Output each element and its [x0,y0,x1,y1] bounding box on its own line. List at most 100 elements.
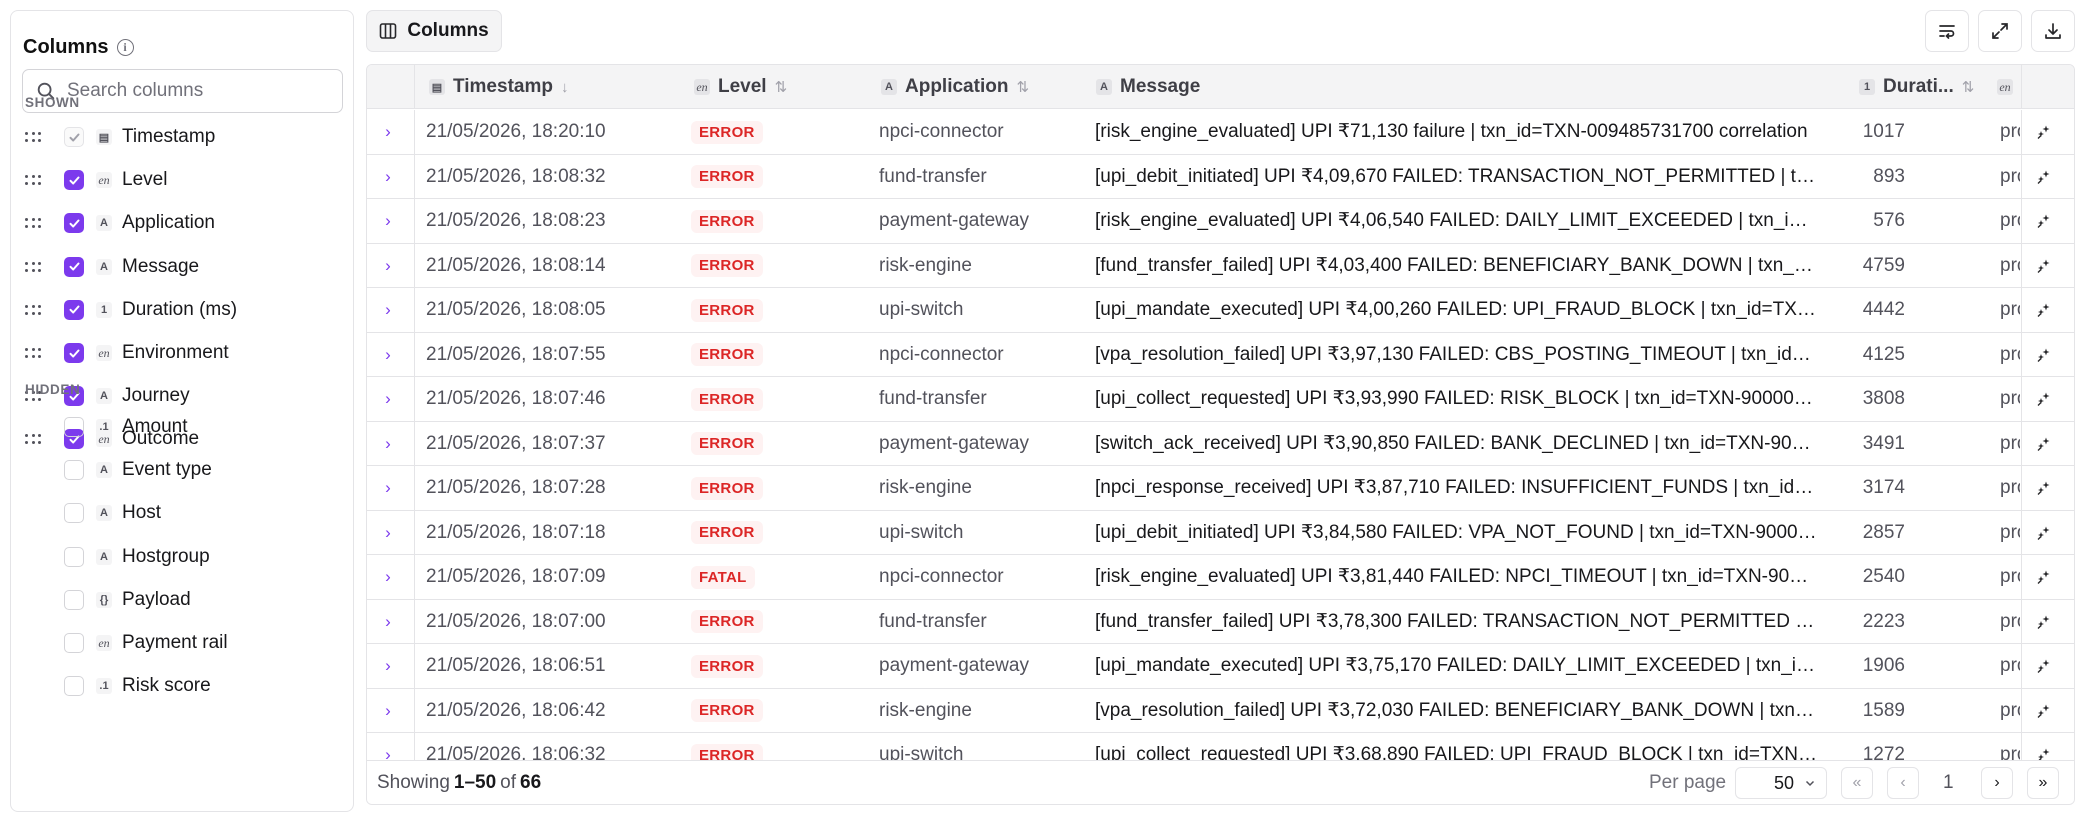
column-item-level[interactable]: en Level [25,160,345,200]
column-item-timestamp[interactable]: ▤ Timestamp [25,117,345,157]
column-item-amount[interactable]: .1 Amount [25,407,345,447]
table-row[interactable]: › 21/05/2026, 18:08:05 ERROR upi-switch [upi… [367,288,2074,333]
table-row[interactable]: › 21/05/2026, 18:07:46 ERROR fund-transfer [… [367,377,2074,422]
column-checkbox[interactable] [64,256,84,277]
row-action-button[interactable] [2024,244,2064,288]
column-item-message[interactable]: A Message [25,247,345,287]
table-row[interactable]: › 21/05/2026, 18:06:32 ERROR upi-switch [upi… [367,733,2074,762]
column-checkbox[interactable] [64,417,84,437]
columns-toggle-button[interactable]: Columns [366,10,502,52]
column-checkbox[interactable] [64,343,84,363]
column-checkbox[interactable] [64,127,84,147]
expand-row-chevron-icon[interactable]: › [381,644,395,688]
column-item-event-type[interactable]: A Event type [25,450,345,490]
column-item-environment[interactable]: en Environment [25,333,345,373]
info-icon[interactable]: i [116,38,134,56]
column-checkbox[interactable] [64,299,84,320]
header-message[interactable]: A Message [1096,65,1200,109]
column-checkbox[interactable] [64,503,84,524]
column-item-risk-score[interactable]: .1 Risk score [25,666,345,706]
expand-row-chevron-icon[interactable]: › [381,511,395,555]
header-duration[interactable]: 1 Durati... ⇅ [1859,65,1974,109]
table-row[interactable]: › 21/05/2026, 18:07:28 ERROR risk-engine [np… [367,466,2074,511]
table-row[interactable]: › 21/05/2026, 18:07:09 FATAL npci-connector… [367,555,2074,600]
row-action-button[interactable] [2024,422,2064,466]
header-application[interactable]: A Application ⇅ [881,65,1029,109]
enum-type-icon: en [96,635,112,651]
row-action-button[interactable] [2024,644,2064,688]
column-checkbox[interactable] [64,633,84,653]
sort-icon[interactable]: ⇅ [775,78,788,96]
expand-row-chevron-icon[interactable]: › [381,333,395,377]
column-item-application[interactable]: A Application [25,203,345,243]
download-button[interactable] [2031,10,2075,52]
drag-handle-icon[interactable] [25,346,45,360]
column-checkbox[interactable] [64,676,84,697]
row-action-button[interactable] [2024,377,2064,421]
row-action-button[interactable] [2024,155,2064,199]
table-row[interactable]: › 21/05/2026, 18:08:32 ERROR fund-transfer [… [367,154,2074,199]
row-action-button[interactable] [2024,600,2064,644]
column-item-hostgroup[interactable]: A Hostgroup [25,537,345,577]
column-item-payload[interactable]: {} Payload [25,580,345,620]
drag-handle-icon[interactable] [25,130,45,144]
check-icon [69,133,79,141]
per-page-select[interactable]: 50 [1735,767,1827,799]
header-environment[interactable]: en [1997,65,2013,109]
expand-row-chevron-icon[interactable]: › [381,244,395,288]
first-page-button[interactable]: « [1841,767,1873,799]
column-checkbox[interactable] [64,589,84,610]
sort-icon[interactable]: ⇅ [1016,78,1029,96]
drag-handle-icon[interactable] [25,260,45,274]
table-row[interactable]: › 21/05/2026, 18:06:51 ERROR payment-gatewa… [367,644,2074,689]
fullscreen-button[interactable] [1978,10,2022,52]
column-item-duration-ms[interactable]: 1 Duration (ms) [25,290,345,330]
row-action-button[interactable] [2024,466,2064,510]
table-row[interactable]: › 21/05/2026, 18:07:37 ERROR payment-gatewa… [367,421,2074,466]
search-columns-input[interactable] [67,80,327,102]
column-checkbox[interactable] [64,546,84,567]
last-page-button[interactable]: » [2027,767,2059,799]
row-action-button[interactable] [2024,333,2064,377]
wrap-text-button[interactable] [1925,10,1969,52]
next-page-button[interactable]: › [1981,767,2013,799]
row-action-button[interactable] [2024,511,2064,555]
prev-page-button[interactable]: ‹ [1887,767,1919,799]
expand-row-chevron-icon[interactable]: › [381,288,395,332]
column-item-payment-rail[interactable]: en Payment rail [25,623,345,663]
column-checkbox[interactable] [64,170,84,191]
drag-handle-icon[interactable] [25,303,45,317]
expand-row-chevron-icon[interactable]: › [381,155,395,199]
table-row[interactable]: › 21/05/2026, 18:08:23 ERROR payment-gatewa… [367,199,2074,244]
expand-row-chevron-icon[interactable]: › [381,110,395,154]
column-item-host[interactable]: A Host [25,493,345,533]
column-checkbox[interactable] [64,213,84,234]
row-action-button[interactable] [2024,689,2064,733]
header-timestamp[interactable]: ▤ Timestamp ↓ [429,65,568,109]
expand-row-chevron-icon[interactable]: › [381,600,395,644]
table-row[interactable]: › 21/05/2026, 18:07:18 ERROR upi-switch [upi… [367,510,2074,555]
expand-row-chevron-icon[interactable]: › [381,733,395,762]
table-row[interactable]: › 21/05/2026, 18:20:10 ERROR npci-connector… [367,110,2074,155]
sort-desc-icon[interactable]: ↓ [561,79,569,96]
drag-handle-icon[interactable] [25,173,45,187]
row-action-button[interactable] [2024,733,2064,762]
header-level[interactable]: en Level ⇅ [694,65,787,109]
table-row[interactable]: › 21/05/2026, 18:08:14 ERROR risk-engine [fu… [367,243,2074,288]
row-action-button[interactable] [2024,288,2064,332]
expand-row-chevron-icon[interactable]: › [381,466,395,510]
column-checkbox[interactable] [64,460,84,481]
table-row[interactable]: › 21/05/2026, 18:07:55 ERROR npci-connector… [367,332,2074,377]
row-action-button[interactable] [2024,110,2064,154]
table-row[interactable]: › 21/05/2026, 18:07:00 ERROR fund-transfer [… [367,599,2074,644]
expand-row-chevron-icon[interactable]: › [381,377,395,421]
row-action-button[interactable] [2024,199,2064,243]
table-row[interactable]: › 21/05/2026, 18:06:42 ERROR risk-engine [vp… [367,688,2074,733]
sort-icon[interactable]: ⇅ [1962,78,1975,96]
expand-row-chevron-icon[interactable]: › [381,199,395,243]
drag-handle-icon[interactable] [25,216,45,230]
expand-row-chevron-icon[interactable]: › [381,555,395,599]
row-action-button[interactable] [2024,555,2064,599]
expand-row-chevron-icon[interactable]: › [381,422,395,466]
expand-row-chevron-icon[interactable]: › [381,689,395,733]
